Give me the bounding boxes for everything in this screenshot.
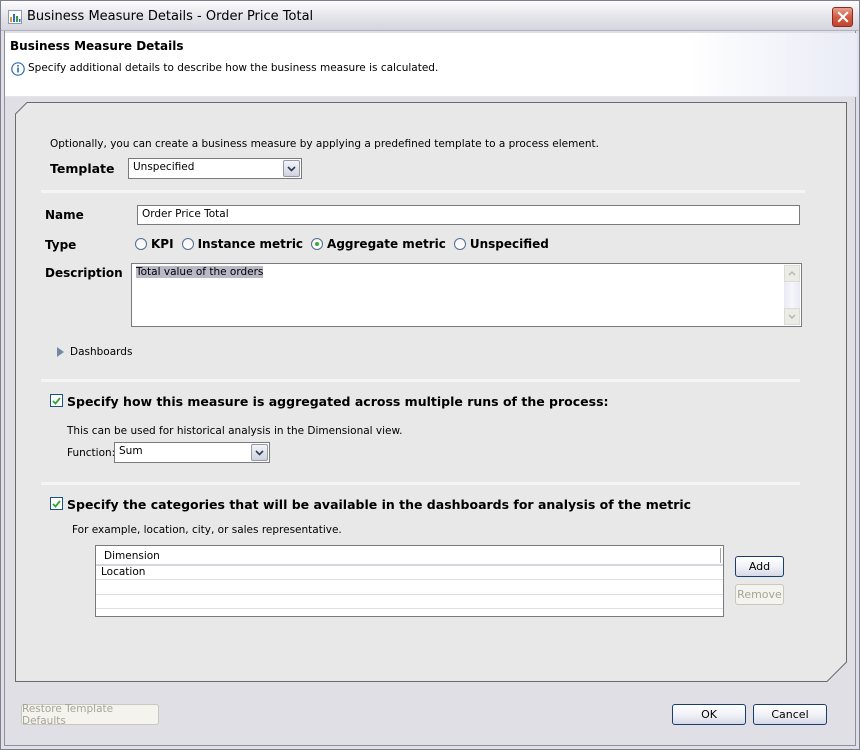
function-selected-value: Sum — [119, 445, 143, 457]
radio-circle[interactable] — [453, 238, 466, 250]
table-row[interactable] — [96, 581, 723, 595]
radio-circle[interactable] — [181, 238, 194, 250]
table-row[interactable]: Location — [96, 566, 723, 580]
template-intro: Optionally, you can create a business me… — [50, 138, 599, 150]
description-value: Total value of the orders — [136, 266, 264, 278]
checkmark-icon — [52, 499, 61, 508]
aggregation-heading: Specify how this measure is aggregated a… — [67, 394, 609, 409]
name-label: Name — [45, 208, 84, 222]
type-radio-group: KPI Instance metric Aggregate metric Uns… — [135, 237, 557, 251]
description-scrollbar[interactable] — [784, 265, 800, 325]
function-dropdown-button[interactable] — [251, 444, 268, 461]
type-radio-instance-metric[interactable]: Instance metric — [181, 237, 304, 251]
close-button[interactable] — [832, 7, 853, 27]
table-cell: Location — [101, 566, 146, 578]
type-label: Type — [45, 238, 77, 252]
name-value: Order Price Total — [142, 208, 229, 220]
ok-button[interactable]: OK — [672, 704, 746, 725]
scroll-down-button[interactable] — [784, 308, 800, 325]
header-title: Business Measure Details — [10, 39, 184, 53]
column-header-dimension[interactable]: Dimension — [104, 550, 160, 562]
radio-circle-selected[interactable] — [311, 238, 324, 250]
type-radio-unspecified[interactable]: Unspecified — [453, 237, 549, 251]
categories-note: For example, location, city, or sales re… — [72, 524, 342, 536]
table-header: Dimension — [96, 546, 723, 566]
dialog-header: Business Measure Details Specify additio… — [5, 33, 857, 97]
type-radio-aggregate-metric[interactable]: Aggregate metric — [311, 237, 446, 251]
function-label: Function: — [67, 447, 116, 459]
chevron-down-icon — [287, 165, 296, 172]
chevron-down-icon — [255, 449, 264, 456]
aggregation-checkbox[interactable] — [50, 394, 63, 407]
chevron-up-icon — [788, 271, 796, 276]
remove-button[interactable]: Remove — [735, 584, 784, 605]
description-textarea[interactable]: Total value of the orders — [131, 263, 802, 327]
dashboards-label: Dashboards — [70, 346, 133, 358]
radio-circle[interactable] — [135, 238, 147, 250]
radio-label: Aggregate metric — [327, 237, 446, 251]
name-input[interactable]: Order Price Total — [137, 205, 800, 225]
scroll-track[interactable] — [784, 282, 800, 308]
template-label: Template — [50, 161, 115, 176]
dashboards-expander[interactable]: Dashboards — [57, 346, 132, 358]
title-bar[interactable]: Business Measure Details - Order Price T… — [1, 1, 859, 31]
chevron-down-icon — [788, 314, 796, 319]
radio-label: Instance metric — [197, 237, 304, 251]
template-selected-value: Unspecified — [133, 161, 195, 173]
checkmark-icon — [52, 396, 61, 405]
table-row[interactable] — [96, 595, 723, 609]
table-row[interactable] — [96, 609, 723, 623]
add-button[interactable]: Add — [735, 556, 784, 577]
aggregation-note: This can be used for historical analysis… — [67, 425, 403, 437]
dialog-window: Business Measure Details - Order Price T… — [0, 0, 860, 750]
restore-template-defaults-button[interactable]: Restore Template Defaults — [21, 703, 159, 727]
scroll-up-button[interactable] — [784, 265, 800, 282]
expand-triangle-icon[interactable] — [57, 347, 64, 357]
type-radio-kpi[interactable]: KPI — [135, 237, 174, 251]
template-dropdown-button[interactable] — [283, 160, 300, 177]
function-select[interactable]: Sum — [114, 442, 270, 463]
separator — [41, 379, 800, 382]
radio-label: KPI — [151, 237, 174, 251]
categories-heading: Specify the categories that will be avai… — [67, 497, 692, 512]
dimension-table[interactable]: Dimension Location — [95, 545, 724, 617]
chart-app-icon — [8, 10, 22, 24]
info-icon — [11, 62, 25, 76]
description-label: Description — [45, 266, 123, 280]
separator — [41, 190, 805, 193]
separator — [41, 482, 800, 485]
cancel-button[interactable]: Cancel — [753, 704, 827, 725]
column-separator[interactable] — [720, 548, 721, 563]
template-select[interactable]: Unspecified — [128, 158, 302, 179]
categories-checkbox[interactable] — [50, 497, 63, 510]
header-description: Specify additional details to describe h… — [28, 62, 439, 74]
window-title: Business Measure Details - Order Price T… — [27, 9, 314, 24]
close-icon — [836, 11, 849, 23]
radio-label: Unspecified — [469, 237, 549, 251]
